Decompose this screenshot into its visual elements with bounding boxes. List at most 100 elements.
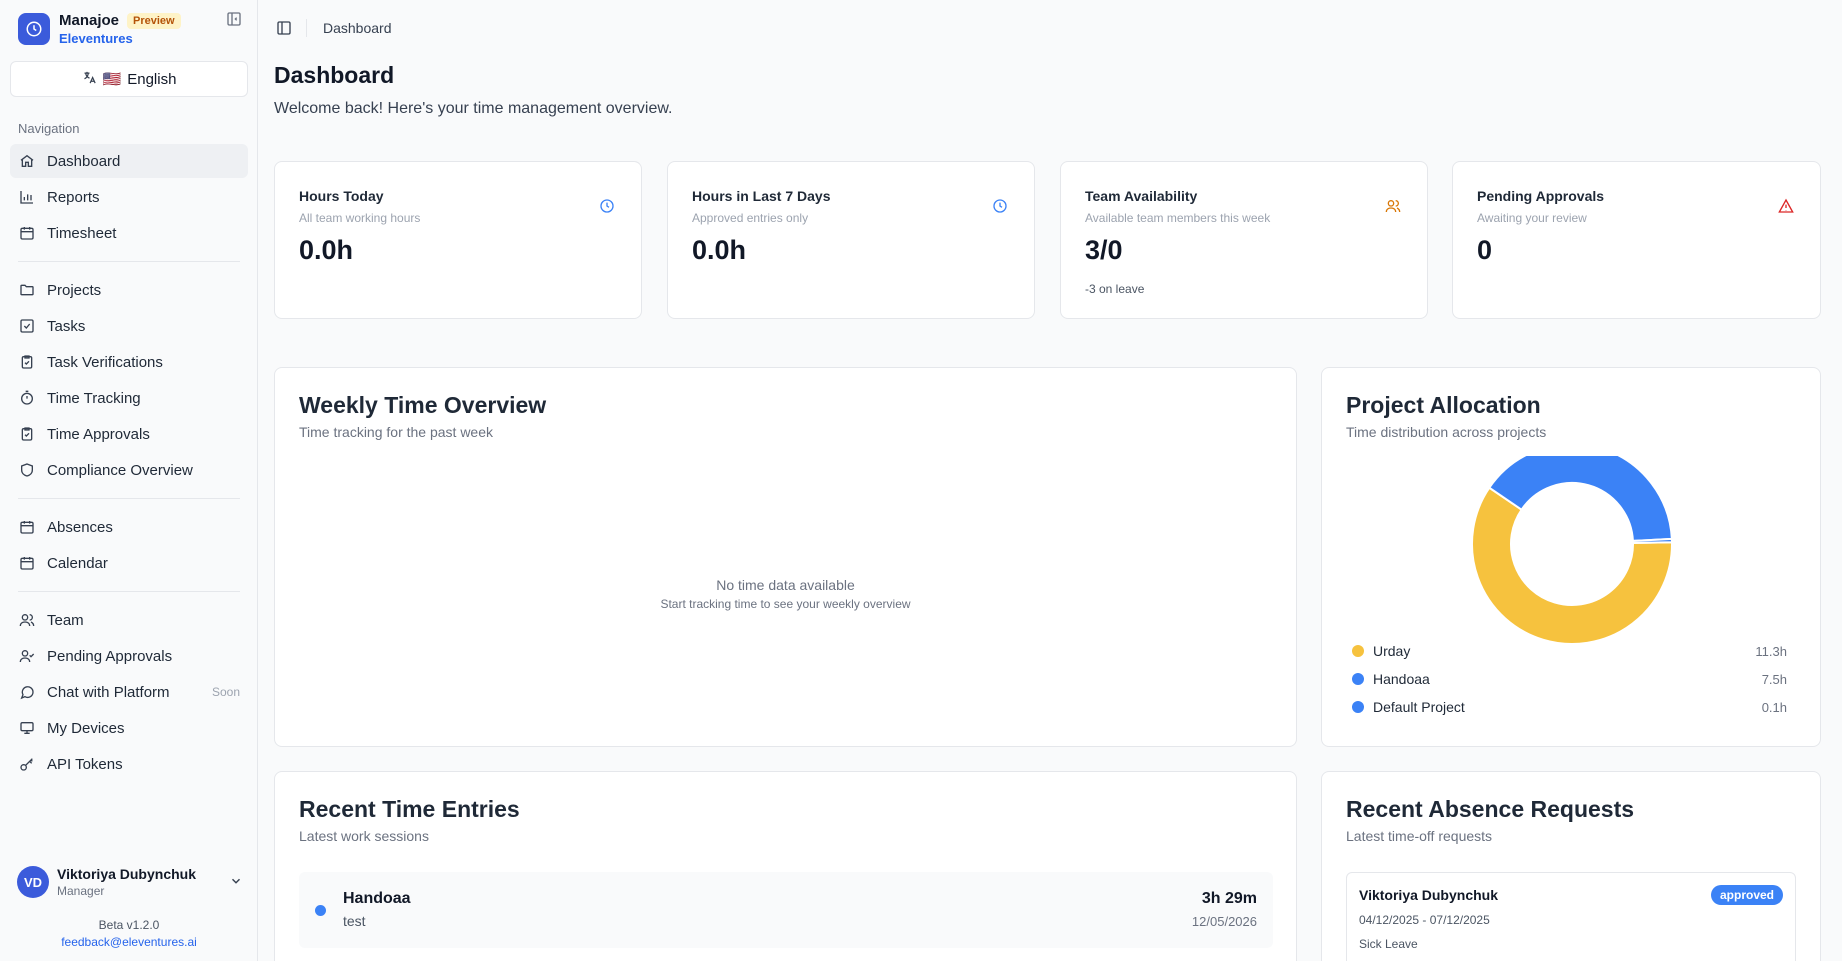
bar-chart-icon — [18, 188, 36, 206]
sidebar-item-label: Compliance Overview — [47, 461, 193, 479]
sidebar-item-absences[interactable]: Absences — [10, 510, 248, 544]
sidebar-item-task-verifications[interactable]: Task Verifications — [10, 345, 248, 379]
sidebar-item-my-devices[interactable]: My Devices — [10, 711, 248, 745]
clipboard-check-icon — [18, 353, 36, 371]
sidebar-item-dashboard[interactable]: Dashboard — [10, 144, 248, 178]
page-subtitle: Welcome back! Here's your time managemen… — [274, 100, 673, 117]
stat-title: Hours in Last 7 Days — [692, 188, 831, 204]
sidebar-item-label: My Devices — [47, 719, 125, 737]
stat-subtitle: All team working hours — [299, 211, 421, 225]
legend-swatch — [1352, 673, 1364, 685]
users-icon — [1385, 198, 1403, 216]
clock-icon — [599, 198, 617, 216]
entry-description: test — [343, 913, 366, 929]
panel-subtitle: Time tracking for the past week — [299, 424, 494, 440]
absence-requester: Viktoriya Dubynchuk — [1359, 887, 1499, 903]
shield-icon — [18, 461, 36, 479]
alert-triangle-icon — [1778, 198, 1796, 216]
stat-value: 0.0h — [692, 235, 747, 265]
status-badge: approved — [1710, 885, 1783, 905]
entry-project: Handoaa — [343, 890, 411, 907]
panel-title: Recent Absence Requests — [1346, 796, 1635, 822]
chevron-down-icon[interactable] — [229, 874, 243, 893]
donut-slice-handoaa[interactable] — [1487, 456, 1673, 542]
sidebar-item-label: Pending Approvals — [47, 647, 173, 665]
avatar: VD — [17, 866, 49, 898]
sidebar-item-label: Tasks — [47, 317, 86, 335]
sidebar-item-team[interactable]: Team — [10, 603, 248, 637]
stat-value: 0 — [1477, 235, 1493, 265]
user-check-icon — [18, 647, 36, 665]
sidebar-item-time-tracking[interactable]: Time Tracking — [10, 381, 248, 415]
chat-icon — [18, 683, 36, 701]
weekly-overview-panel: Weekly Time Overview Time tracking for t… — [274, 367, 1297, 747]
legend-swatch — [1352, 701, 1364, 713]
time-entry-row[interactable]: Handoaa test 3h 29m 12/05/2026 — [299, 872, 1273, 948]
sidebar-item-chat-with-platform[interactable]: Chat with Platform Soon — [10, 675, 248, 709]
entry-duration: 3h 29m — [1201, 890, 1257, 907]
calendar-icon — [18, 518, 36, 536]
breadcrumb: Dashboard — [323, 20, 392, 36]
legend-item: Handoaa 7.5h — [1346, 669, 1792, 689]
project-allocation-panel: Project Allocation Time distribution acr… — [1321, 367, 1821, 747]
panel-title: Recent Time Entries — [299, 796, 520, 822]
sidebar-item-timesheet[interactable]: Timesheet — [10, 216, 248, 250]
stat-card-hours-last-7-days: Hours in Last 7 Days Approved entries on… — [667, 161, 1035, 319]
feedback-link[interactable]: feedback@eleventures.ai — [0, 935, 258, 949]
panel-title: Project Allocation — [1346, 392, 1541, 418]
language-selector[interactable]: 🇺🇸 English — [10, 61, 248, 97]
app-version: Beta v1.2.0 — [98, 918, 160, 932]
sidebar-item-label: Dashboard — [47, 152, 121, 170]
monitor-icon — [18, 719, 36, 737]
toggle-sidebar-icon[interactable] — [276, 20, 294, 38]
sidebar: Manajoe Preview Eleventures 🇺🇸 English N… — [0, 0, 258, 961]
sidebar-item-projects[interactable]: Projects — [10, 273, 248, 307]
absence-dates: 04/12/2025 - 07/12/2025 — [1359, 913, 1490, 927]
empty-state-title: No time data available — [716, 577, 855, 593]
recent-absence-requests-panel: Recent Absence Requests Latest time-off … — [1321, 771, 1821, 961]
clock-icon — [992, 198, 1010, 216]
language-label: English — [127, 70, 177, 88]
stat-subtitle: Available team members this week — [1085, 211, 1271, 225]
sidebar-item-api-tokens[interactable]: API Tokens — [10, 747, 248, 781]
topbar-separator — [306, 19, 307, 37]
sidebar-item-label: Calendar — [47, 554, 108, 572]
folder-icon — [18, 281, 36, 299]
stat-subtitle: Awaiting your review — [1477, 211, 1587, 225]
absence-request-card[interactable]: Viktoriya Dubynchuk 04/12/2025 - 07/12/2… — [1346, 872, 1796, 961]
legend-value: 0.1h — [1761, 699, 1787, 715]
home-icon — [18, 152, 36, 170]
nav-divider — [18, 498, 240, 499]
brand[interactable]: Manajoe Preview Eleventures — [18, 12, 181, 46]
sidebar-item-calendar[interactable]: Calendar — [10, 546, 248, 580]
entry-date: 12/05/2026 — [1191, 914, 1257, 929]
sidebar-item-label: Team — [47, 611, 84, 629]
soon-tag: Soon — [211, 685, 240, 699]
collapse-sidebar-icon[interactable] — [226, 11, 244, 29]
legend-item: Urday 11.3h — [1346, 641, 1792, 661]
sidebar-item-label: Chat with Platform — [47, 683, 170, 701]
sidebar-item-time-approvals[interactable]: Time Approvals — [10, 417, 248, 451]
panel-subtitle: Latest work sessions — [299, 828, 429, 844]
user-menu[interactable]: VD Viktoriya Dubynchuk Manager — [17, 864, 247, 900]
sidebar-item-tasks[interactable]: Tasks — [10, 309, 248, 343]
sidebar-item-label: API Tokens — [47, 755, 123, 773]
legend-label: Urday — [1373, 643, 1411, 659]
language-flag: 🇺🇸 — [102, 71, 122, 88]
nav-divider — [18, 591, 240, 592]
clock-logo-icon — [18, 13, 50, 45]
preview-badge: Preview — [127, 12, 181, 29]
sidebar-item-label: Timesheet — [47, 224, 117, 242]
absence-type: Sick Leave — [1359, 937, 1418, 951]
timer-icon — [18, 389, 36, 407]
panel-subtitle: Time distribution across projects — [1346, 424, 1547, 440]
sidebar-item-reports[interactable]: Reports — [10, 180, 248, 214]
sidebar-item-label: Reports — [47, 188, 100, 206]
clipboard-check-icon — [18, 425, 36, 443]
legend-label: Default Project — [1373, 699, 1465, 715]
stat-title: Hours Today — [299, 188, 384, 204]
sidebar-item-pending-approvals[interactable]: Pending Approvals — [10, 639, 248, 673]
legend-label: Handoaa — [1373, 671, 1430, 687]
sidebar-item-compliance-overview[interactable]: Compliance Overview — [10, 453, 248, 487]
checkbox-icon — [18, 317, 36, 335]
